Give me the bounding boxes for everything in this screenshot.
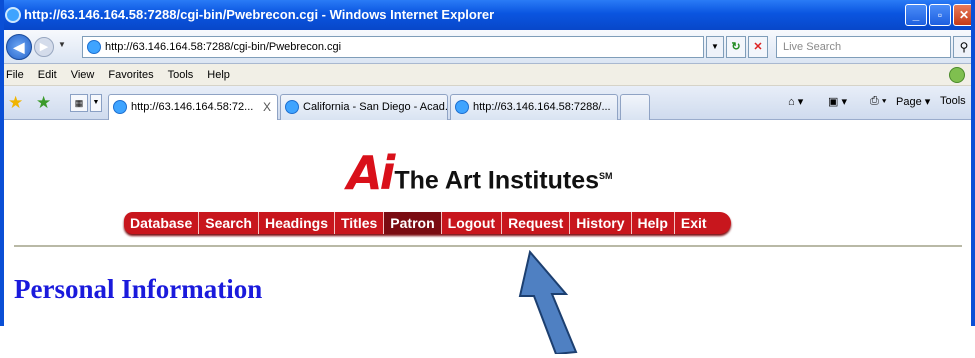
refresh-button[interactable]: ↻ — [726, 36, 746, 58]
logo-text: The Art InstitutesSM — [394, 150, 612, 206]
minimize-button[interactable]: _ — [905, 4, 927, 26]
art-institutes-logo[interactable]: AiThe Art InstitutesSM — [347, 150, 613, 196]
tools-menu-button[interactable]: Tools — [940, 95, 966, 107]
menu-bar: File Edit View Favorites Tools Help — [4, 64, 971, 86]
nav-patron[interactable]: Patron — [384, 212, 442, 234]
nav-logout[interactable]: Logout — [442, 212, 503, 234]
star-icon[interactable]: ★ — [8, 93, 23, 113]
page-content: AiThe Art InstitutesSM Database Search H… — [4, 120, 971, 326]
page-menu-button[interactable]: Page ▾ — [896, 95, 930, 108]
tab-page-icon — [455, 100, 469, 114]
logo-name: The Art Institutes — [394, 166, 600, 195]
ie-icon — [5, 7, 21, 23]
tab-label: http://63.146.164.58:7288/... — [473, 101, 611, 113]
nav-request[interactable]: Request — [502, 212, 571, 234]
url-dropdown-icon[interactable]: ▼ — [706, 36, 724, 58]
page-menu-label: Page — [896, 96, 922, 108]
back-button[interactable]: ◀ — [6, 34, 32, 60]
stop-button[interactable]: ✕ — [748, 36, 768, 58]
address-bar: ◀ ▶ ▼ http://63.146.164.58:7288/cgi-bin/… — [4, 30, 971, 64]
history-dropdown-icon[interactable]: ▼ — [58, 40, 66, 49]
menu-help[interactable]: Help — [207, 69, 230, 81]
tab-third[interactable]: http://63.146.164.58:7288/... — [450, 94, 618, 120]
new-tab-button[interactable] — [620, 94, 650, 120]
search-icon[interactable]: ⚲ — [953, 36, 971, 58]
title-bar: http://63.146.164.58:7288/cgi-bin/Pwebre… — [4, 0, 971, 30]
nav-help[interactable]: Help — [632, 212, 675, 234]
menu-favorites[interactable]: Favorites — [108, 69, 153, 81]
window-title: http://63.146.164.58:7288/cgi-bin/Pwebre… — [24, 7, 495, 22]
nav-search[interactable]: Search — [199, 212, 259, 234]
divider — [14, 245, 962, 247]
catalog-nav-bar: Database Search Headings Titles Patron L… — [124, 212, 731, 234]
nav-database[interactable]: Database — [124, 212, 200, 234]
nav-history[interactable]: History — [570, 212, 632, 234]
browser-window: http://63.146.164.58:7288/cgi-bin/Pwebre… — [0, 0, 975, 326]
url-input[interactable]: http://63.146.164.58:7288/cgi-bin/Pwebre… — [82, 36, 704, 58]
tab-california[interactable]: California - San Diego - Acad... — [280, 94, 448, 120]
menu-file[interactable]: File — [6, 69, 24, 81]
add-favorite-icon[interactable]: ★ — [36, 93, 51, 113]
menu-tools[interactable]: Tools — [168, 69, 194, 81]
forward-button[interactable]: ▶ — [34, 37, 54, 57]
quick-tabs-icon[interactable]: ▦ — [70, 94, 88, 112]
tabs-bar: ★ ★ ▦ ▼ http://63.146.164.58:72... X Cal… — [4, 86, 971, 120]
annotation-arrow-icon — [518, 250, 578, 354]
ai-logo-mark: Ai — [347, 146, 395, 200]
tab-page-icon — [113, 100, 127, 114]
nav-headings[interactable]: Headings — [259, 212, 335, 234]
tab-page-icon — [285, 100, 299, 114]
nav-exit[interactable]: Exit — [675, 212, 713, 234]
tab-label: http://63.146.164.58:72... — [131, 101, 254, 113]
toolbar-addon-icon[interactable] — [949, 67, 965, 83]
page-title: Personal Information — [14, 274, 263, 304]
tab-list-dropdown-icon[interactable]: ▼ — [90, 94, 102, 112]
nav-titles[interactable]: Titles — [335, 212, 385, 234]
logo-service-mark: SM — [599, 171, 613, 181]
url-text: http://63.146.164.58:7288/cgi-bin/Pwebre… — [105, 41, 342, 53]
page-icon — [87, 40, 101, 54]
tab-close-icon[interactable]: X — [263, 95, 271, 119]
menu-view[interactable]: View — [71, 69, 95, 81]
tools-menu-label: Tools — [940, 95, 966, 107]
window-controls: _ ▫ ✕ — [905, 4, 971, 26]
maximize-button[interactable]: ▫ — [929, 4, 951, 26]
home-icon[interactable]: ⌂ ▾ — [788, 95, 803, 108]
feeds-icon[interactable]: ▣ ▾ — [828, 95, 847, 108]
menu-edit[interactable]: Edit — [38, 69, 57, 81]
close-button[interactable]: ✕ — [953, 4, 971, 26]
tab-label: California - San Diego - Acad... — [303, 101, 448, 113]
print-icon[interactable]: ⎙ ▾ — [870, 95, 886, 108]
search-input[interactable]: Live Search — [776, 36, 951, 58]
tab-active[interactable]: http://63.146.164.58:72... X — [108, 94, 278, 120]
